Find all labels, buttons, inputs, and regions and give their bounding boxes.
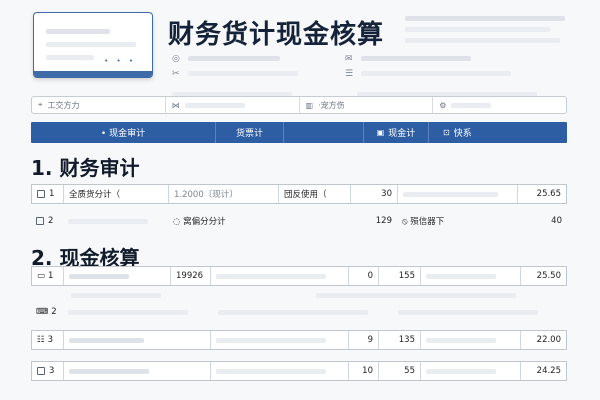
row-desc (211, 267, 349, 285)
row-note (421, 362, 521, 380)
toolbar-item-1[interactable]: ⌖ 工交方力 (32, 97, 166, 113)
tab-blank[interactable] (284, 122, 364, 143)
tab-cash-calc[interactable]: ▣ 现金计 (364, 122, 429, 143)
tab-label: 货票计 (235, 129, 263, 139)
row-desc (213, 302, 393, 322)
toolbar-item-2[interactable]: ⋈ (166, 97, 300, 113)
table-icon: ▥ (305, 100, 314, 110)
thumbnail-line (46, 29, 110, 34)
tab-label: 快系 (453, 129, 472, 139)
row-name (64, 267, 171, 285)
row-name (64, 362, 211, 380)
row-note (421, 267, 521, 285)
row-qty2: 135 (379, 331, 421, 349)
tab-label: • 现金审计 (100, 129, 146, 139)
tools-icon: ✂ (172, 69, 180, 79)
thumbnail-line (46, 42, 136, 47)
row-qty: 0 (349, 267, 379, 285)
square-icon: ▣ (376, 128, 385, 137)
meta-right: ✉ ☰ (345, 54, 511, 79)
row-name (63, 211, 168, 231)
row-checkbox-cell[interactable]: ⌨ 2 (31, 302, 63, 322)
row-desc: 団反使用（ (279, 185, 351, 203)
checkbox[interactable] (36, 217, 44, 225)
tab-quick[interactable]: ⊡ 快系 (429, 122, 567, 143)
row-note (393, 302, 567, 322)
row-code: 19926 (171, 267, 211, 285)
toolbar-item-4[interactable]: ⚙ (433, 97, 566, 113)
row-subdetail (31, 289, 567, 303)
row-qty2: 155 (379, 267, 421, 285)
table-row[interactable]: 3 10 55 24.25 (31, 361, 567, 381)
row-amount: 22.00 (536, 335, 561, 345)
row-qty2: 55 (379, 362, 421, 380)
row-qty: 129 (375, 216, 392, 226)
tab-bar: • 现金审计 货票计 ▣ 现金计 ⊡ 快系 (31, 122, 567, 143)
row-note: ⦸ 殒信器下 (402, 217, 445, 227)
camera-icon: ◎ (172, 54, 180, 64)
list-icon: ☰ (345, 69, 354, 79)
row-checkbox-cell[interactable]: ▭ 1 (32, 267, 64, 285)
row-checkbox-cell[interactable]: ☷ 3 (32, 331, 64, 349)
frame-icon: ⊡ (443, 128, 450, 137)
gear-icon: ⚙ (439, 100, 447, 110)
row-name (63, 302, 213, 322)
target-icon: ⌖ (38, 100, 43, 109)
page-title: 财务货计现金核算 (168, 20, 385, 50)
row-name: 全质货分计（ (64, 185, 169, 203)
row-checkbox-cell[interactable]: 1 (32, 185, 64, 203)
row-checkbox-cell[interactable]: 3 (32, 362, 64, 380)
meta-left: ◎ ✂ (172, 54, 298, 79)
row-desc (211, 331, 349, 349)
row-note (398, 185, 518, 203)
tab-label: 现金计 (388, 129, 416, 139)
row-qty: 9 (349, 331, 379, 349)
table-row[interactable]: 1 全质货分计（ 1.2000〔现计〕 団反使用（ 30 25.65 (31, 184, 567, 204)
table-row[interactable]: 2 ◌ 窝偏分分计 129 ⦸ 殒信器下 40 (31, 211, 567, 231)
row-desc (211, 362, 349, 380)
row-qty: 30 (351, 185, 398, 203)
title-placeholder-lines (405, 16, 565, 49)
checkbox[interactable] (37, 190, 45, 198)
toolbar: ⌖ 工交方力 ⋈ ▥ ·宠方伤 ⚙ (31, 96, 567, 114)
row-checkbox-cell[interactable]: 2 (31, 211, 63, 231)
row-amount: 24.25 (536, 366, 561, 376)
row-note (421, 331, 521, 349)
toolbar-item-label: 工交方力 (47, 100, 80, 110)
toolbar-item-3[interactable]: ▥ ·宠方伤 (300, 97, 434, 113)
row-code: 1.2000〔现计〕 (169, 185, 279, 203)
tab-voucher[interactable]: 货票计 (216, 122, 284, 143)
mail-icon: ✉ (345, 54, 353, 64)
tab-cash-audit[interactable]: • 现金审计 (31, 122, 216, 143)
chart-icon: ⋈ (171, 100, 180, 110)
row-amount: 25.65 (536, 189, 561, 199)
row-amount: 40 (551, 216, 562, 226)
table-row[interactable]: ⌨ 2 (31, 302, 567, 322)
list-icon: ☷ (37, 335, 45, 345)
row-qty: 10 (349, 362, 379, 380)
folder-icon: ▭ (37, 271, 46, 281)
thumbnail-dots: • • • (104, 57, 136, 65)
section-title-audit: 1. 财务审计 (31, 156, 140, 180)
table-row[interactable]: ☷ 3 9 135 22.00 (31, 330, 567, 350)
row-name (64, 331, 211, 349)
keyboard-icon: ⌨ (36, 307, 49, 317)
document-thumbnail[interactable]: • • • (33, 12, 153, 78)
thumbnail-line (46, 55, 94, 60)
checkbox[interactable] (37, 367, 45, 375)
row-amount: 25.50 (536, 271, 561, 281)
toolbar-item-label: ·宠方伤 (318, 100, 345, 110)
row-code: ◌ 窝偏分分计 (173, 217, 226, 227)
table-row[interactable]: ▭ 1 19926 0 155 25.50 (31, 266, 567, 286)
thumbnail-bar (34, 71, 152, 77)
